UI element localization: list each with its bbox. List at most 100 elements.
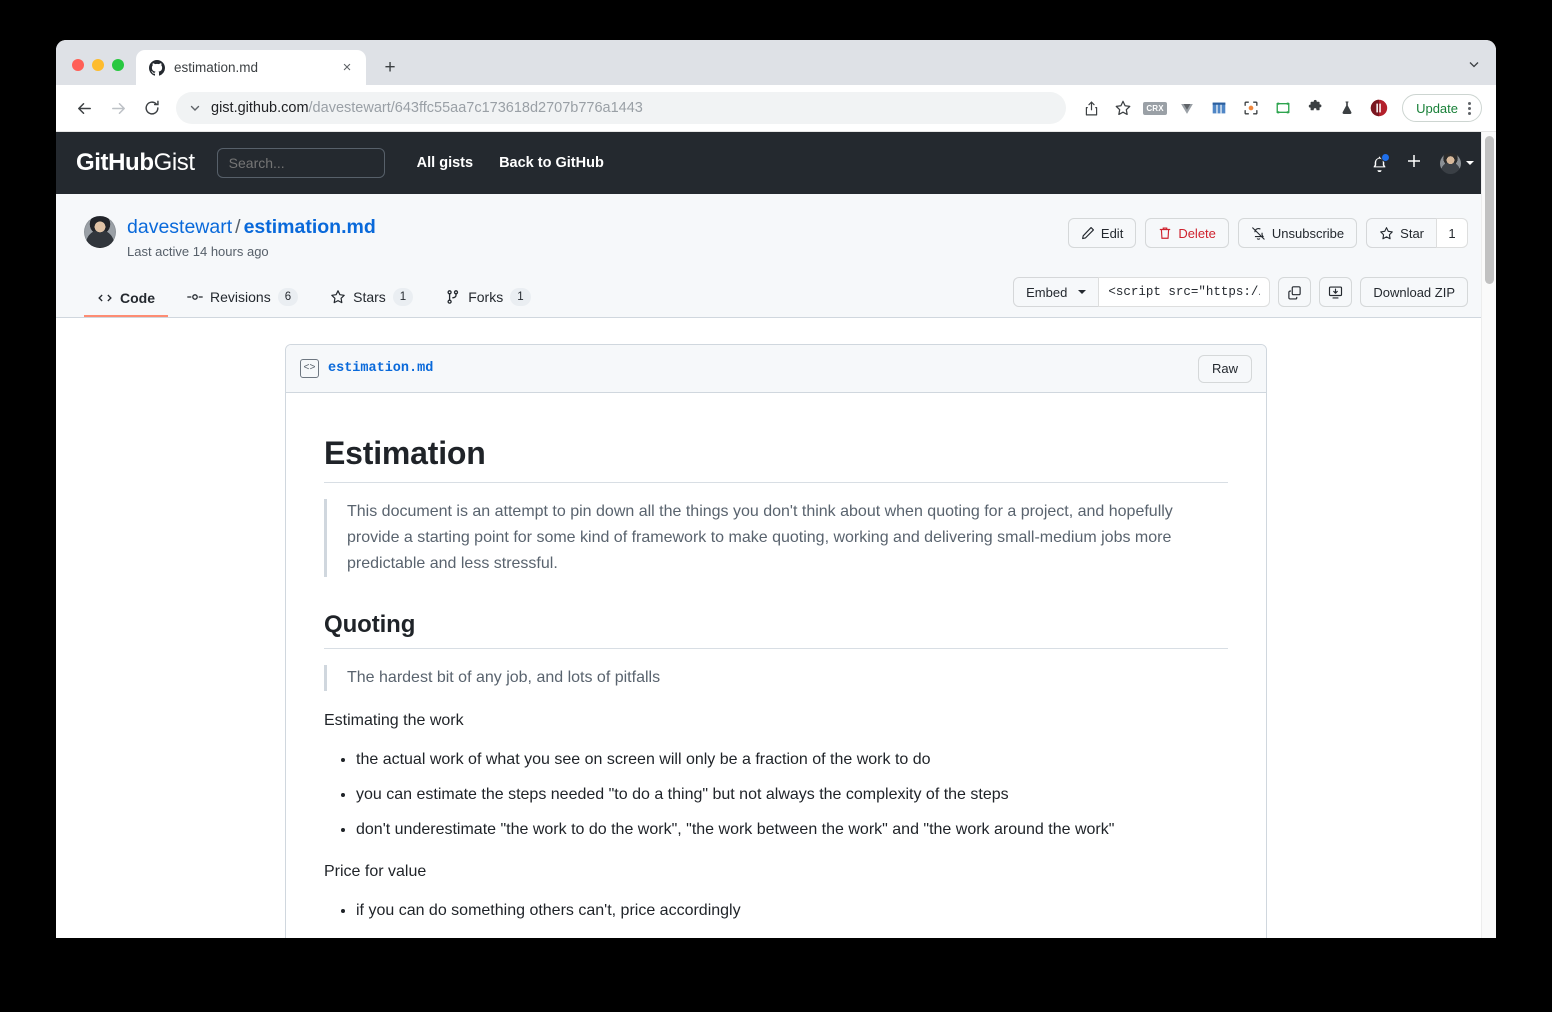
copy-icon [1287, 285, 1302, 300]
code-file-icon: <> [300, 359, 319, 379]
tab-stars-count: 1 [392, 288, 414, 307]
tab-forks-label: Forks [468, 289, 504, 306]
tab-revisions[interactable]: Revisions 6 [174, 288, 311, 317]
embed-controls: Embed <script src="https:// Download ZIP [1013, 277, 1468, 317]
avatar [1440, 152, 1461, 174]
tab-list-menu-button[interactable] [1468, 58, 1496, 85]
tab-revisions-count: 6 [277, 288, 299, 307]
doc-heading-quoting: Quoting [324, 611, 1228, 650]
code-icon [97, 290, 113, 306]
edit-button[interactable]: Edit [1067, 218, 1137, 248]
search-input[interactable] [216, 148, 385, 178]
bell-slash-icon [1251, 226, 1266, 241]
edit-button-label: Edit [1100, 225, 1124, 241]
chevron-down-icon [1078, 290, 1087, 295]
nav-link-back-to-github[interactable]: Back to GitHub [499, 155, 604, 171]
window-traffic-lights [56, 59, 136, 85]
embed-dropdown-button[interactable]: Embed [1013, 277, 1099, 308]
page-scrollbar[interactable] [1481, 132, 1496, 938]
update-button-label: Update [1416, 100, 1458, 116]
doc-para-price: Price for value [324, 862, 427, 880]
browser-menu-icon[interactable] [1464, 101, 1475, 115]
unsubscribe-button[interactable]: Unsubscribe [1237, 218, 1358, 248]
user-avatar-menu[interactable] [1440, 152, 1474, 174]
capture-frame-icon[interactable] [1268, 93, 1298, 123]
gist-title: davestewart / estimation.md [127, 216, 376, 238]
focus-brackets-icon[interactable] [1236, 93, 1266, 123]
gist-owner-link[interactable]: davestewart [127, 216, 232, 238]
minimize-window-button[interactable] [92, 59, 104, 71]
download-zip-button[interactable]: Download ZIP [1360, 277, 1468, 308]
star-icon [330, 289, 346, 305]
raw-button[interactable]: Raw [1197, 354, 1252, 383]
plus-icon[interactable] [1406, 153, 1422, 174]
title-separator: / [235, 216, 241, 238]
tab-forks[interactable]: Forks 1 [432, 288, 543, 317]
list-item: you can estimate the steps needed "to do… [356, 783, 1228, 807]
tab-revisions-label: Revisions [210, 289, 271, 306]
puzzle-extensions-icon[interactable] [1300, 93, 1330, 123]
toolbar-icon-group: CRX Update [1076, 93, 1482, 123]
gist-tabs: Code Revisions 6 Stars 1 Forks 1 [84, 288, 544, 318]
profile-avatar-icon[interactable] [1364, 93, 1394, 123]
download-zip-label: Download ZIP [1373, 284, 1455, 300]
forward-button[interactable] [102, 92, 134, 124]
browser-tab-strip: estimation.md × + [56, 40, 1496, 85]
brand-gist: Gist [153, 149, 195, 176]
url-path: /davestewart/643ffc55aa7c173618d2707b776… [308, 100, 643, 116]
star-button[interactable]: Star [1366, 218, 1436, 248]
star-count[interactable]: 1 [1436, 218, 1468, 248]
url-host: gist.github.com [211, 100, 309, 116]
crx-icon[interactable]: CRX [1140, 93, 1170, 123]
tab-stars-label: Stars [353, 289, 386, 306]
list-item: if the hassle for the client starting ag… [356, 934, 1228, 938]
gist-filename-link[interactable]: estimation.md [244, 216, 376, 238]
tab-code[interactable]: Code [84, 290, 168, 318]
star-button-label: Star [1400, 225, 1424, 241]
gist-logo[interactable]: GitHubGist [76, 149, 195, 177]
trash-icon [1158, 226, 1172, 240]
reload-button[interactable] [136, 92, 168, 124]
update-button[interactable]: Update [1402, 94, 1482, 122]
address-bar[interactable]: gist.github.com/davestewart/643ffc55aa7c… [176, 92, 1067, 124]
embed-dropdown-label: Embed [1026, 284, 1068, 300]
gist-header: davestewart / estimation.md Last active 14… [56, 194, 1496, 319]
maximize-window-button[interactable] [112, 59, 124, 71]
copy-embed-button[interactable] [1278, 277, 1312, 308]
delete-button[interactable]: Delete [1145, 218, 1229, 248]
browser-tab[interactable]: estimation.md × [136, 50, 366, 85]
tab-stars[interactable]: Stars 1 [317, 288, 426, 317]
delete-button-label: Delete [1178, 225, 1216, 241]
back-button[interactable] [68, 92, 100, 124]
bell-icon[interactable] [1371, 152, 1390, 172]
share-icon[interactable] [1076, 93, 1106, 123]
chevron-down-icon [1466, 161, 1474, 165]
git-commit-icon [187, 289, 203, 305]
close-tab-button[interactable]: × [338, 59, 356, 77]
columns-icon[interactable] [1204, 93, 1234, 123]
site-info-chevron-icon[interactable] [189, 102, 201, 114]
browser-tab-title: estimation.md [174, 60, 259, 75]
v-extension-icon[interactable] [1172, 93, 1202, 123]
gist-header-actions: Edit Delete Unsubscribe Star 1 [1067, 216, 1468, 248]
close-window-button[interactable] [72, 59, 84, 71]
list-item: the actual work of what you see on scree… [356, 748, 1228, 772]
file-card-header: <> estimation.md Raw [286, 345, 1266, 394]
star-icon [1379, 226, 1394, 241]
scrollbar-thumb[interactable] [1485, 136, 1494, 284]
clone-download-button[interactable] [1319, 277, 1353, 308]
gist-content-area: <> estimation.md Raw Estimation This doc… [56, 318, 1496, 938]
embed-url-input[interactable] [1098, 277, 1271, 308]
doc-para-estimating: Estimating the work [324, 712, 464, 730]
bookmark-star-icon[interactable] [1108, 93, 1138, 123]
tab-code-label: Code [120, 290, 155, 307]
flask-icon[interactable] [1332, 93, 1362, 123]
pencil-icon [1081, 226, 1095, 240]
owner-avatar[interactable] [84, 216, 116, 248]
nav-link-all-gists[interactable]: All gists [417, 155, 473, 171]
file-name-label[interactable]: estimation.md [328, 361, 433, 376]
doc-heading-estimation: Estimation [324, 435, 1228, 484]
list-item: don't underestimate "the work to do the … [356, 818, 1228, 842]
new-tab-button[interactable]: + [376, 53, 404, 81]
unsubscribe-button-label: Unsubscribe [1271, 225, 1345, 241]
